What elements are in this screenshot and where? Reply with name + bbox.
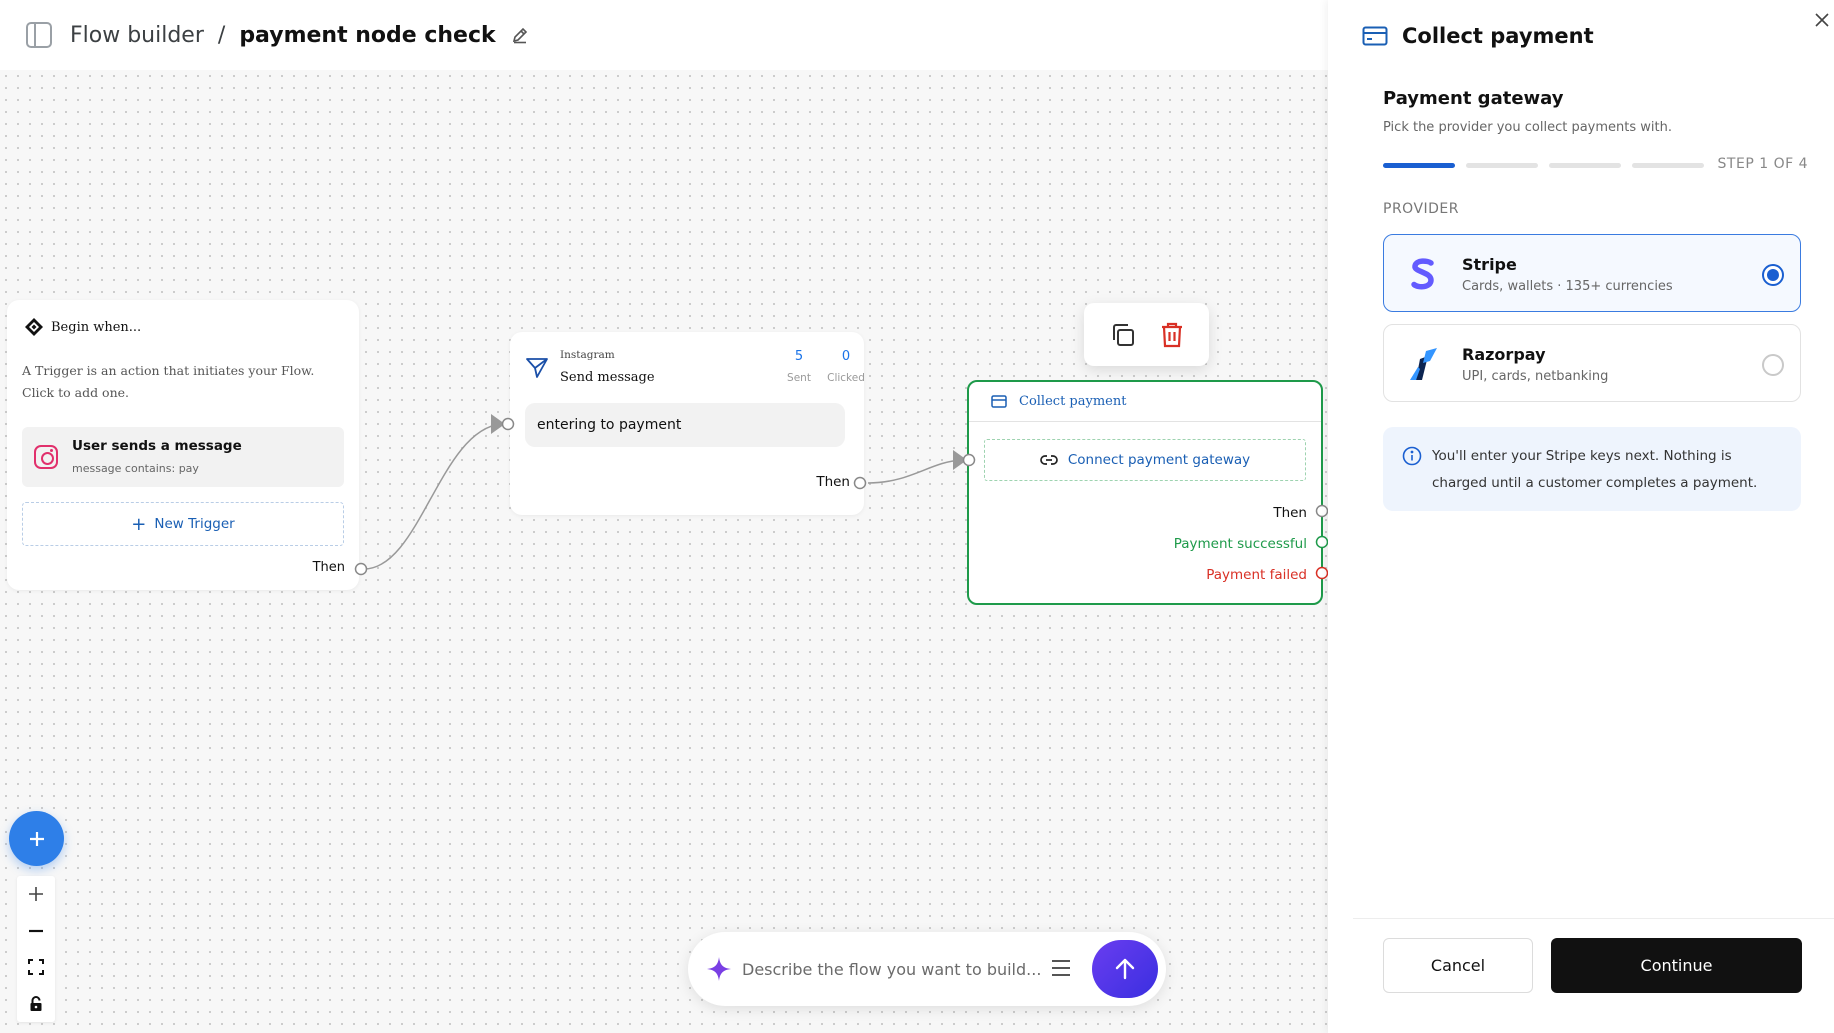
payment-input-handle[interactable]: [962, 453, 976, 467]
connect-payment-gateway-label: Connect payment gateway: [1067, 452, 1251, 468]
trigger-description: A Trigger is an action that initiates yo…: [22, 363, 315, 400]
provider-option-stripe[interactable]: Stripe Cards, wallets · 135+ currencies: [1383, 234, 1801, 312]
provider-label: PROVIDER: [1383, 201, 1460, 217]
fit-view-icon: [28, 959, 44, 976]
step-progress: [1383, 163, 1704, 168]
trigger-node-title: Begin when...: [51, 319, 142, 335]
stat-sent-value: 5: [794, 349, 804, 364]
arrow-up-icon: [1115, 958, 1135, 980]
plus-icon: [29, 831, 44, 846]
zoom-out-button[interactable]: [17, 913, 55, 950]
cancel-button[interactable]: Cancel: [1383, 938, 1533, 993]
close-icon[interactable]: [1814, 12, 1830, 28]
plus-icon: [29, 887, 43, 902]
payment-success-label: Payment successful: [1173, 536, 1307, 552]
provider-description: UPI, cards, netbanking: [1462, 369, 1609, 384]
trigger-output-handle[interactable]: [354, 562, 368, 576]
info-text: You'll enter your Stripe keys next. Noth…: [1432, 448, 1758, 491]
duplicate-icon[interactable]: [1109, 321, 1137, 349]
step-bar-3: [1549, 163, 1621, 168]
edit-pencil-icon[interactable]: [510, 25, 530, 45]
step-bar-1: [1383, 163, 1455, 168]
fit-view-button[interactable]: [17, 949, 55, 986]
provider-name: Razorpay: [1462, 345, 1546, 364]
trigger-node-header: Begin when...: [25, 318, 141, 336]
send-output-handle[interactable]: [853, 476, 867, 490]
payment-success-handle[interactable]: [1315, 535, 1329, 549]
sparkle-icon: [707, 957, 731, 981]
stat-sent: 5 Sent: [776, 349, 822, 384]
flow-title: payment node check: [239, 22, 496, 48]
payment-then-label: Then: [1273, 505, 1307, 521]
card-icon: [991, 395, 1007, 408]
trigger-node[interactable]: Begin when... A Trigger is an action tha…: [7, 300, 359, 590]
menu-icon[interactable]: [1051, 959, 1071, 977]
new-trigger-label: New Trigger: [154, 516, 235, 532]
send-node-title: Send message: [560, 370, 655, 385]
section-subtitle: Pick the provider you collect payments w…: [1383, 120, 1672, 135]
collect-payment-node[interactable]: Collect payment Connect payment gateway …: [967, 380, 1323, 605]
breadcrumb-separator: /: [217, 22, 226, 48]
payment-node-title: Collect payment: [1019, 394, 1127, 409]
send-message-node[interactable]: Instagram Send message 5 Sent 0 Clicked …: [510, 332, 865, 515]
section-title: Payment gateway: [1383, 88, 1564, 109]
sidebar-toggle-icon[interactable]: [26, 22, 52, 48]
ai-prompt-bar: [688, 932, 1166, 1006]
payment-node-header: Collect payment: [969, 382, 1321, 422]
send-then-label: Then: [816, 474, 850, 490]
stat-clicked-value: 0: [841, 349, 851, 364]
stat-sent-label: Sent: [787, 372, 811, 384]
panel-header: Collect payment: [1362, 24, 1594, 48]
panel-title: Collect payment: [1402, 24, 1594, 48]
provider-name: Stripe: [1462, 255, 1517, 274]
step-counter: STEP 1 OF 4: [1717, 156, 1808, 172]
stat-clicked: 0 Clicked: [823, 349, 869, 384]
lock-button[interactable]: [17, 986, 55, 1023]
trigger-item-condition: message contains: pay: [72, 462, 199, 475]
zoom-in-button[interactable]: [17, 876, 55, 913]
step-bar-4: [1632, 163, 1704, 168]
node-action-toolbar: [1084, 303, 1209, 366]
trigger-item-title: User sends a message: [72, 438, 242, 454]
continue-button[interactable]: Continue: [1551, 938, 1802, 993]
flow-prompt-input[interactable]: [742, 950, 1042, 988]
step-bar-2: [1466, 163, 1538, 168]
lock-icon: [30, 995, 42, 1011]
instagram-icon: [34, 445, 58, 469]
message-bubble[interactable]: entering to payment: [525, 403, 845, 447]
payment-then-handle[interactable]: [1315, 504, 1329, 518]
trigger-diamond-icon: [25, 318, 43, 336]
connect-payment-gateway-button[interactable]: Connect payment gateway: [984, 439, 1306, 481]
trigger-item[interactable]: User sends a message message contains: p…: [22, 427, 344, 487]
card-icon: [1362, 26, 1388, 46]
provider-description: Cards, wallets · 135+ currencies: [1462, 279, 1673, 294]
footer-divider: [1353, 918, 1834, 919]
provider-option-razorpay[interactable]: Razorpay UPI, cards, netbanking: [1383, 324, 1801, 402]
razorpay-logo-icon: [1406, 347, 1440, 381]
zoom-controls: [17, 876, 55, 1022]
info-callout: You'll enter your Stripe keys next. Noth…: [1383, 427, 1801, 511]
top-header: Flow builder / payment node check: [0, 0, 1328, 70]
breadcrumb-root[interactable]: Flow builder: [70, 23, 204, 48]
link-icon: [1040, 455, 1058, 465]
plus-icon: +: [131, 513, 147, 535]
stripe-logo-icon: [1406, 257, 1440, 291]
provider-radio-razorpay[interactable]: [1762, 354, 1784, 376]
minus-icon: [29, 929, 43, 932]
send-input-handle[interactable]: [501, 417, 515, 431]
payment-failed-handle[interactable]: [1315, 566, 1329, 580]
trigger-then-label: Then: [312, 560, 345, 575]
send-plane-icon: [526, 358, 548, 378]
delete-icon[interactable]: [1159, 321, 1185, 349]
provider-radio-stripe[interactable]: [1762, 264, 1784, 286]
new-trigger-button[interactable]: + New Trigger: [22, 502, 344, 546]
send-node-platform: Instagram: [560, 349, 615, 361]
add-node-button[interactable]: [9, 811, 64, 866]
payment-failed-label: Payment failed: [1206, 567, 1307, 583]
info-icon: [1402, 446, 1422, 466]
submit-prompt-button[interactable]: [1092, 940, 1158, 998]
node-settings-panel: Collect payment Payment gateway Pick the…: [1328, 0, 1834, 1033]
stat-clicked-label: Clicked: [827, 372, 865, 384]
